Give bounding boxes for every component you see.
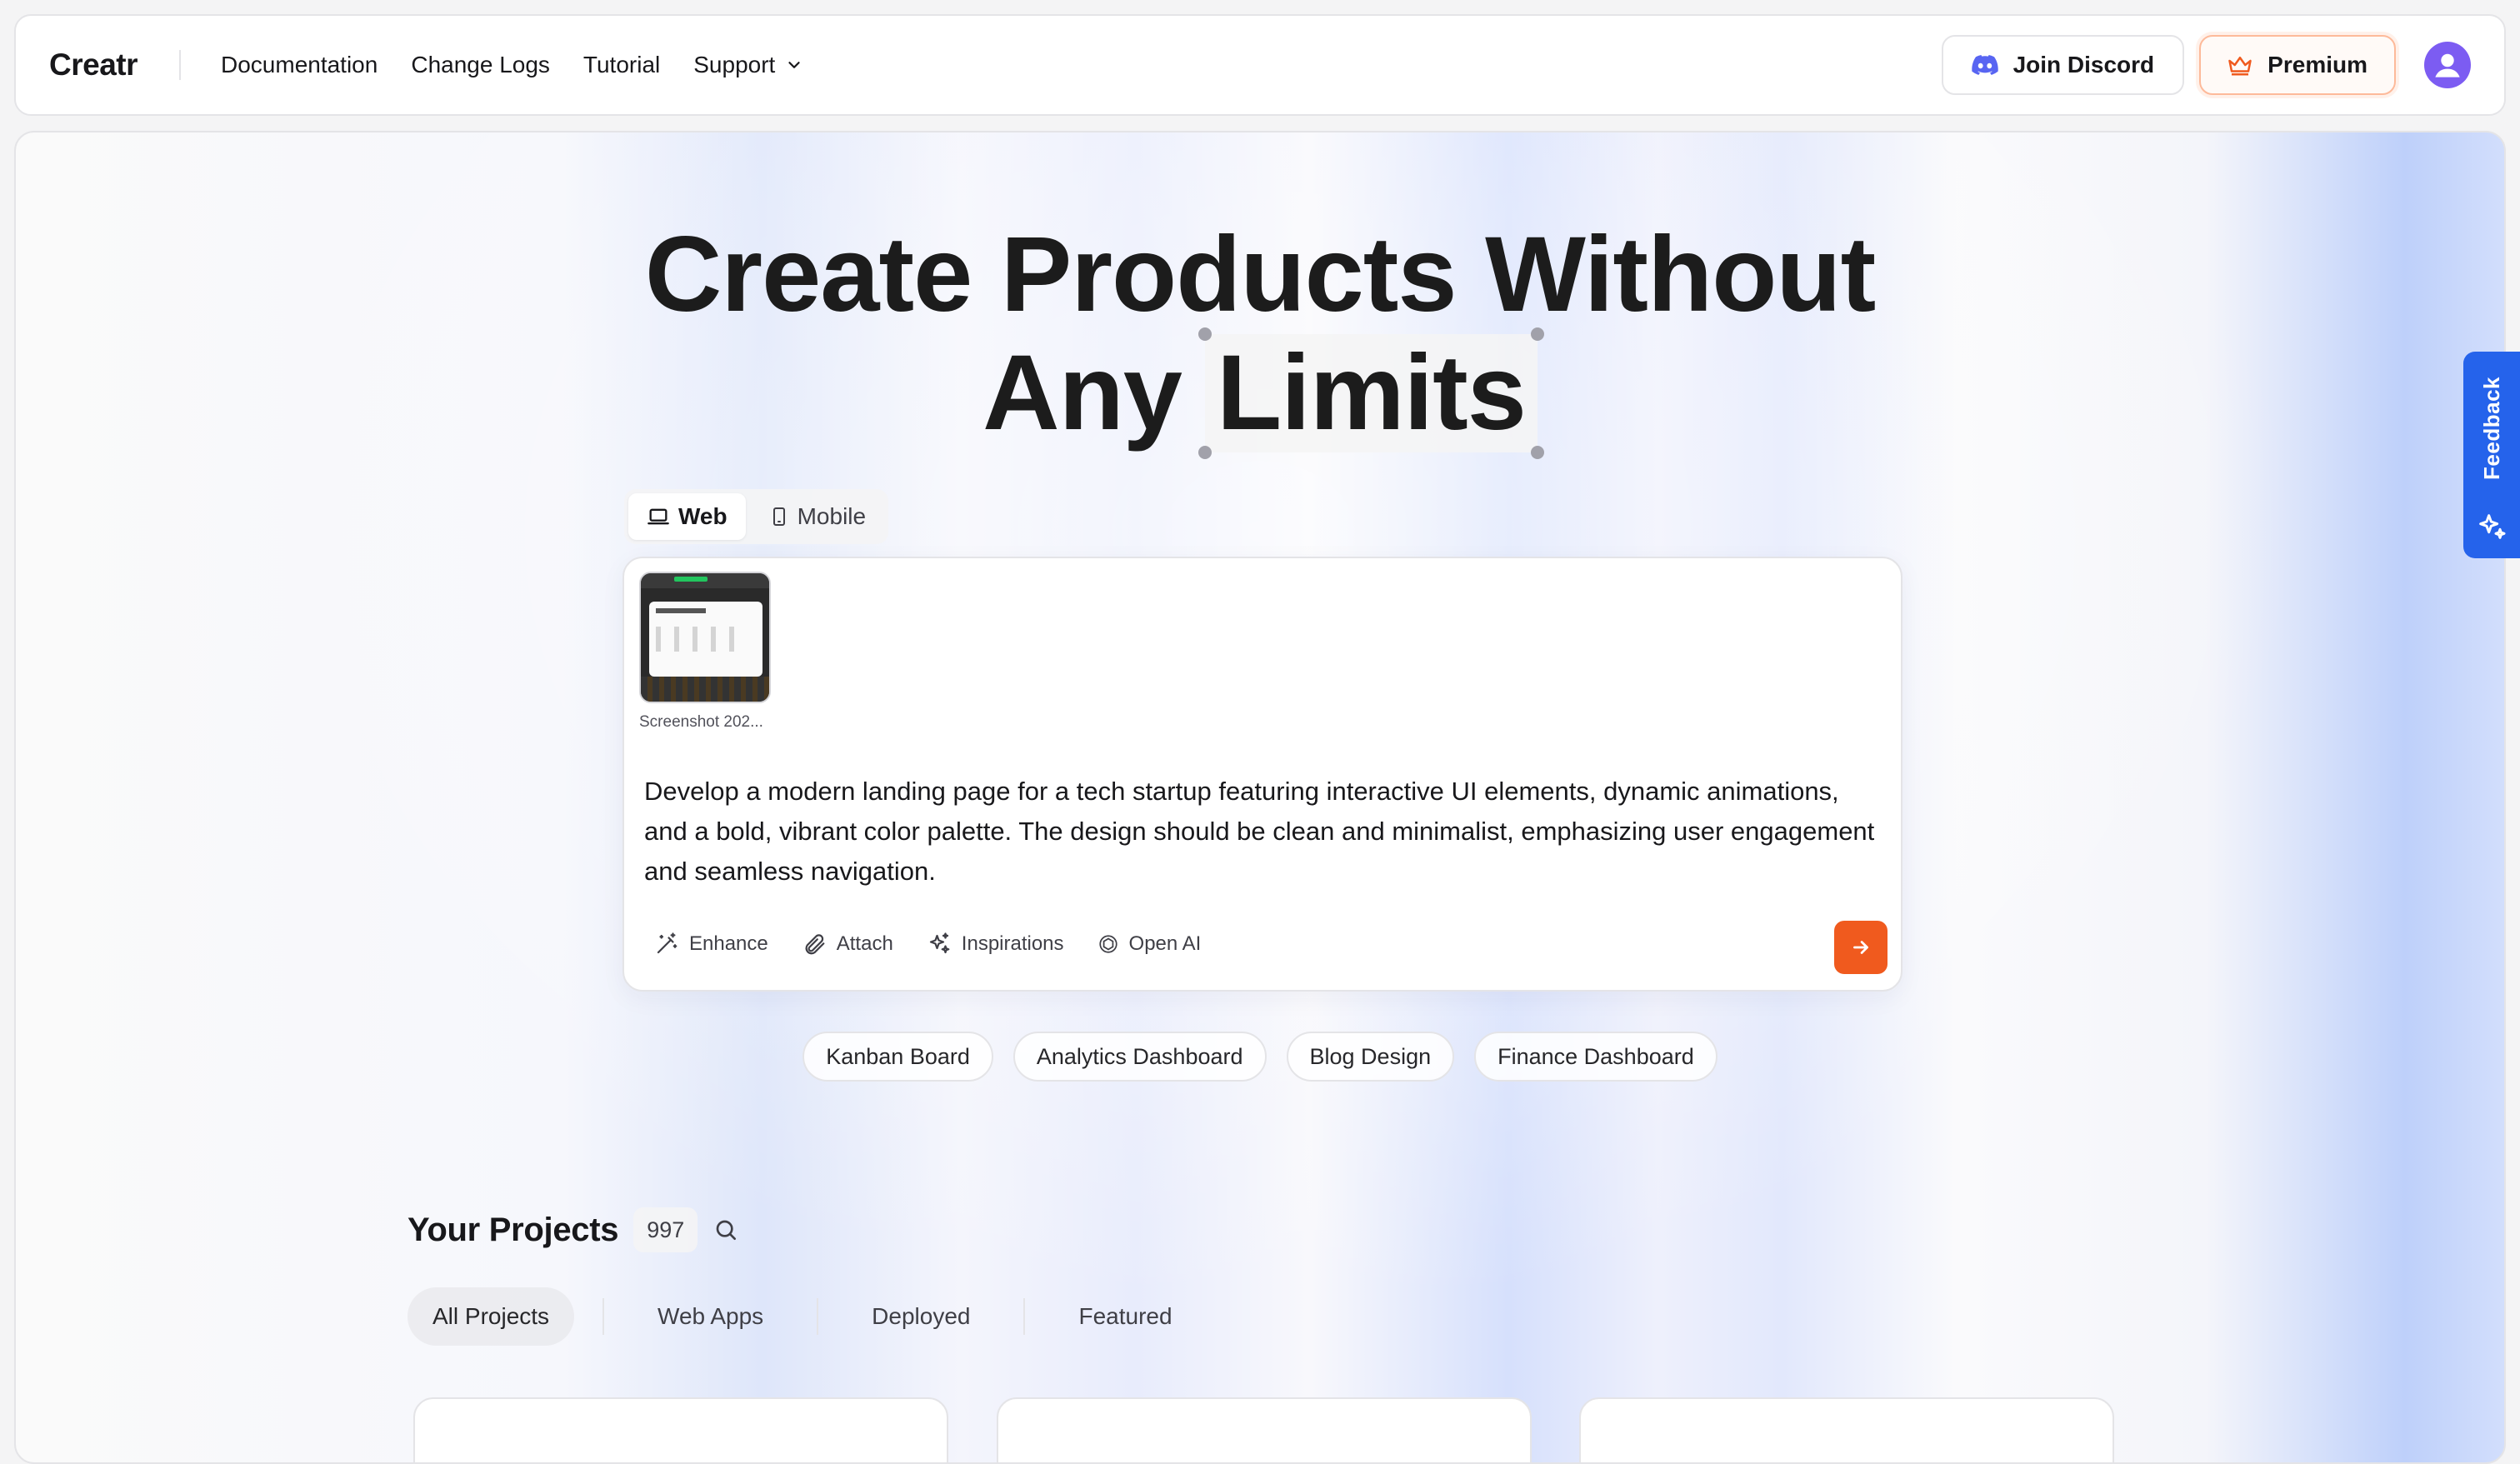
nav-link-documentation[interactable]: Documentation	[221, 52, 378, 78]
suggestion-chip-kanban[interactable]: Kanban Board	[802, 1032, 993, 1082]
top-navbar: Creatr Documentation Change Logs Tutoria…	[14, 14, 2506, 116]
resize-handle-bottom-left[interactable]	[1198, 446, 1212, 459]
suggestion-chip-finance[interactable]: Finance Dashboard	[1474, 1032, 1718, 1082]
tab-mobile[interactable]: Mobile	[751, 493, 884, 540]
resize-handle-top-left[interactable]	[1198, 327, 1212, 341]
attach-button[interactable]: Attach	[802, 932, 893, 957]
smartphone-icon	[772, 507, 785, 526]
enhance-label: Enhance	[689, 932, 768, 955]
hero-line-2: Any Limits	[982, 327, 1544, 459]
resize-handle-bottom-right[interactable]	[1530, 446, 1544, 459]
feedback-label: Feedback	[2478, 377, 2504, 480]
filter-featured[interactable]: Featured	[1053, 1287, 1197, 1346]
prompt-composer: Screenshot 202... Develop a modern landi…	[622, 557, 1902, 992]
filter-divider	[817, 1298, 819, 1335]
filter-all-projects[interactable]: All Projects	[408, 1287, 575, 1346]
model-selector[interactable]: Open AI	[1098, 932, 1202, 956]
filter-divider	[1023, 1298, 1026, 1335]
laptop-icon	[648, 508, 669, 525]
send-button[interactable]	[1834, 921, 1888, 974]
crown-icon	[2228, 57, 2252, 76]
project-filters: All Projects Web Apps Deployed Featured	[408, 1287, 1198, 1346]
chevron-down-icon	[788, 62, 800, 68]
user-icon	[2435, 53, 2460, 77]
inspirations-label: Inspirations	[961, 932, 1064, 955]
projects-title: Your Projects	[408, 1211, 619, 1248]
model-label: Open AI	[1128, 932, 1202, 955]
inspirations-button[interactable]: Inspirations	[927, 932, 1064, 957]
user-avatar[interactable]	[2424, 42, 2471, 88]
sparkle-icon	[2479, 514, 2506, 539]
filter-divider	[602, 1298, 605, 1335]
premium-label: Premium	[2268, 52, 2368, 77]
openai-icon	[1098, 935, 1118, 953]
hero-line-1: Create Products Without	[644, 215, 1876, 334]
paperclip-icon	[805, 934, 825, 955]
feedback-tab[interactable]: Feedback	[2463, 352, 2520, 558]
tab-web[interactable]: Web	[628, 493, 746, 540]
tab-mobile-label: Mobile	[797, 503, 867, 529]
join-discord-button[interactable]: Join Discord	[1941, 35, 2185, 95]
main-nav: Documentation Change Logs Tutorial Suppo…	[221, 52, 803, 78]
hero-heading: Create Products Without Any Limits	[16, 215, 2504, 459]
brand-logo[interactable]: Creatr	[49, 47, 138, 82]
project-card[interactable]	[413, 1397, 948, 1462]
sparkles-icon	[929, 932, 950, 954]
main-canvas: Create Products Without Any Limits Web M…	[14, 131, 2506, 1464]
join-discord-label: Join Discord	[2012, 52, 2155, 77]
arrow-right-icon	[1853, 941, 1868, 954]
resize-handle-top-right[interactable]	[1530, 327, 1544, 341]
platform-switch: Web Mobile	[624, 489, 889, 544]
prompt-input[interactable]: Develop a modern landing page for a tech…	[644, 772, 1886, 892]
enhance-button[interactable]: Enhance	[654, 932, 768, 957]
filter-web-apps[interactable]: Web Apps	[632, 1287, 788, 1346]
hero-word-any: Any	[982, 333, 1182, 452]
project-card[interactable]	[997, 1397, 1532, 1462]
projects-count-badge: 997	[633, 1207, 698, 1252]
search-icon[interactable]	[712, 1217, 739, 1243]
nav-link-tutorial[interactable]: Tutorial	[583, 52, 660, 78]
attachment-thumbnail	[639, 572, 771, 703]
nav-divider	[179, 50, 181, 80]
nav-link-change-logs[interactable]: Change Logs	[411, 52, 550, 78]
filter-deployed[interactable]: Deployed	[847, 1287, 995, 1346]
magic-wand-icon	[657, 932, 678, 954]
nav-support-dropdown[interactable]: Support	[693, 52, 803, 78]
suggestion-chips: Kanban Board Analytics Dashboard Blog De…	[16, 1032, 2504, 1082]
attach-label: Attach	[836, 932, 893, 955]
hero-word-limits-selection[interactable]: Limits	[1198, 327, 1544, 459]
discord-icon	[1971, 55, 1998, 75]
hero-word-limits: Limits	[1216, 333, 1527, 452]
attachment-preview[interactable]: Screenshot 202...	[639, 572, 771, 732]
attachment-filename: Screenshot 202...	[639, 713, 763, 731]
support-label: Support	[693, 52, 776, 77]
projects-header: Your Projects 997	[408, 1207, 739, 1252]
premium-button[interactable]: Premium	[2199, 35, 2396, 95]
composer-toolbar: Enhance Attach Inspirations Open AI	[654, 932, 1201, 957]
tab-web-label: Web	[678, 503, 728, 529]
suggestion-chip-analytics[interactable]: Analytics Dashboard	[1012, 1032, 1267, 1082]
suggestion-chip-blog[interactable]: Blog Design	[1286, 1032, 1455, 1082]
header-actions: Join Discord Premium	[1941, 35, 2471, 95]
project-card[interactable]	[1579, 1397, 2114, 1462]
